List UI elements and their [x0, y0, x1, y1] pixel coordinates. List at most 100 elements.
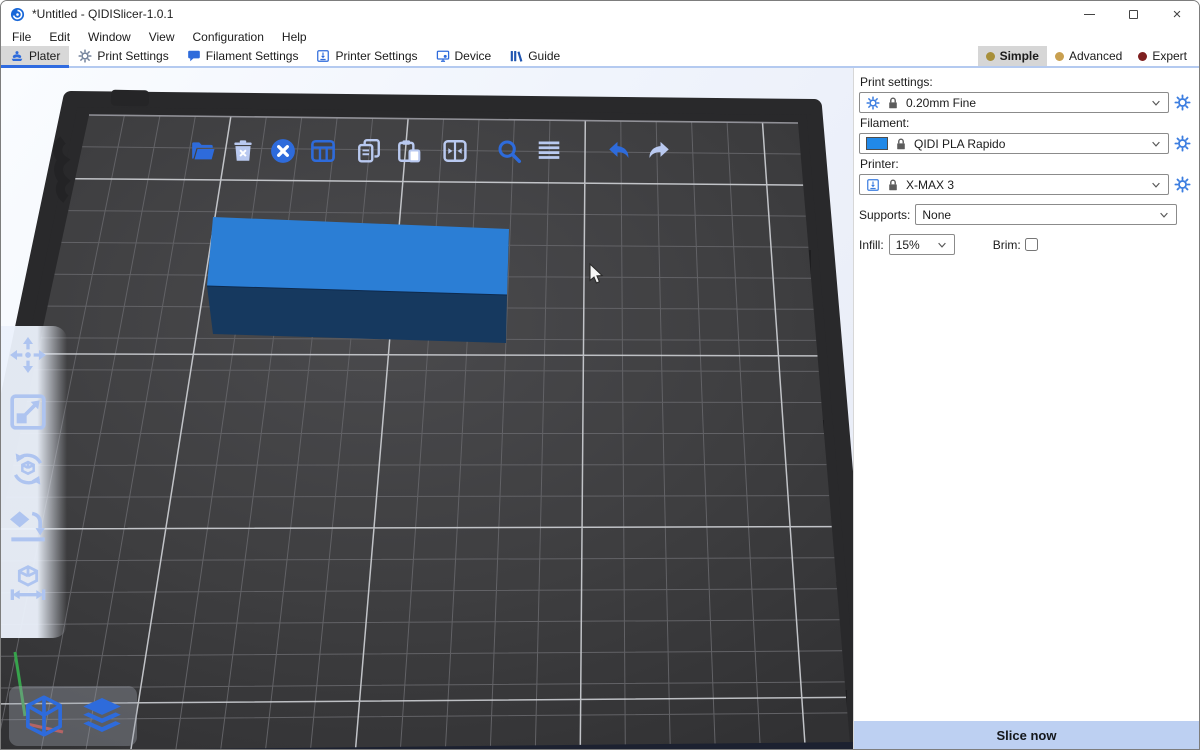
- redo-button[interactable]: [645, 137, 672, 164]
- maximize-icon: [1129, 10, 1138, 19]
- search-button[interactable]: [495, 137, 522, 164]
- printer-combo[interactable]: X-MAX 3: [859, 174, 1169, 195]
- arrange-button[interactable]: [309, 137, 336, 164]
- menu-configuration[interactable]: Configuration: [184, 27, 273, 46]
- transform-toolbar: [7, 334, 49, 604]
- scale-tool[interactable]: [7, 391, 49, 433]
- simple-dot-icon: [986, 52, 995, 61]
- tab-device[interactable]: Device: [427, 46, 501, 66]
- menu-file[interactable]: File: [3, 27, 40, 46]
- infill-label: Infill:: [859, 238, 884, 252]
- view-switcher: [9, 686, 137, 746]
- copy-button[interactable]: [355, 137, 382, 164]
- gear-icon: [78, 49, 92, 63]
- copy-icon: [356, 138, 382, 164]
- arrange-icon: [310, 138, 336, 164]
- tab-filament-settings[interactable]: Filament Settings: [178, 46, 308, 66]
- supports-label: Supports:: [859, 208, 910, 222]
- plater-icon: [10, 49, 24, 63]
- delete-all-icon: [270, 138, 296, 164]
- edit-print-settings-button[interactable]: [1174, 94, 1191, 111]
- menu-bar: File Edit Window View Configuration Help: [1, 27, 1199, 46]
- rotate-tool[interactable]: [7, 448, 49, 490]
- tab-bar: Plater Print Settings Filament Settings …: [1, 46, 1199, 68]
- printer-label: Printer:: [860, 157, 1191, 171]
- printer-icon: [316, 49, 330, 63]
- place-on-face-icon: [8, 506, 48, 546]
- brim-label: Brim:: [993, 238, 1021, 252]
- minimize-button[interactable]: [1067, 1, 1111, 27]
- measure-tool[interactable]: [7, 562, 49, 604]
- scale-icon: [8, 392, 48, 432]
- menu-edit[interactable]: Edit: [40, 27, 79, 46]
- mode-simple[interactable]: Simple: [978, 46, 1047, 66]
- menu-help[interactable]: Help: [273, 27, 316, 46]
- preview-layers-icon: [80, 694, 124, 738]
- edit-filament-button[interactable]: [1174, 135, 1191, 152]
- settings-panel: Print settings: 0.20mm Fine Filament:: [853, 68, 1199, 749]
- undo-button[interactable]: [605, 137, 632, 164]
- lock-icon: [886, 178, 900, 192]
- viewport-3d[interactable]: [1, 68, 853, 749]
- measure-icon: [8, 563, 48, 603]
- open-button[interactable]: [189, 137, 216, 164]
- place-on-face-tool[interactable]: [7, 505, 49, 547]
- close-icon: ×: [1173, 7, 1182, 22]
- chevron-down-icon: [1150, 138, 1162, 150]
- tab-printer-settings[interactable]: Printer Settings: [307, 46, 426, 66]
- slice-now-button[interactable]: Slice now: [854, 721, 1199, 749]
- print-settings-combo[interactable]: 0.20mm Fine: [859, 92, 1169, 113]
- maximize-button[interactable]: [1111, 1, 1155, 27]
- tab-guide[interactable]: Guide: [500, 46, 569, 66]
- layers-list-button[interactable]: [535, 137, 562, 164]
- viewport-toolbar: [189, 137, 685, 164]
- filament-label: Filament:: [860, 116, 1191, 130]
- chevron-down-icon: [1158, 209, 1170, 221]
- menu-view[interactable]: View: [140, 27, 184, 46]
- printer-value: X-MAX 3: [906, 178, 954, 192]
- print-settings-value: 0.20mm Fine: [906, 96, 976, 110]
- delete-icon: [230, 138, 256, 164]
- filament-color-swatch: [866, 137, 888, 150]
- bed-clip: [111, 90, 149, 107]
- filament-value: QIDI PLA Rapido: [914, 137, 1005, 151]
- editor-3d-button[interactable]: [21, 693, 67, 739]
- supports-combo[interactable]: None: [915, 204, 1177, 225]
- split-button[interactable]: [441, 137, 468, 164]
- close-button[interactable]: ×: [1155, 1, 1199, 27]
- edit-printer-button[interactable]: [1174, 176, 1191, 193]
- mode-advanced[interactable]: Advanced: [1047, 46, 1130, 66]
- infill-value: 15%: [896, 238, 920, 252]
- mode-expert[interactable]: Expert: [1130, 46, 1195, 66]
- delete-button[interactable]: [229, 137, 256, 164]
- preview-layers-button[interactable]: [79, 693, 125, 739]
- tab-plater[interactable]: Plater: [1, 46, 69, 66]
- print-settings-label: Print settings:: [860, 75, 1191, 89]
- move-icon: [8, 335, 48, 375]
- bed-scene: [1, 68, 853, 749]
- chevron-down-icon: [936, 239, 948, 251]
- guide-icon: [509, 49, 523, 63]
- chevron-down-icon: [1150, 97, 1162, 109]
- search-icon: [496, 138, 522, 164]
- lock-icon: [886, 96, 900, 110]
- layers-list-icon: [536, 138, 562, 164]
- filament-combo[interactable]: QIDI PLA Rapido: [859, 133, 1169, 154]
- menu-window[interactable]: Window: [79, 27, 140, 46]
- brim-checkbox[interactable]: [1025, 238, 1038, 251]
- open-icon: [190, 138, 216, 164]
- move-tool[interactable]: [7, 334, 49, 376]
- paste-button[interactable]: [395, 137, 422, 164]
- tab-print-settings[interactable]: Print Settings: [69, 46, 177, 66]
- gear-icon: [866, 96, 880, 110]
- split-icon: [442, 138, 468, 164]
- title-bar: *Untitled - QIDISlicer-1.0.1 ×: [1, 1, 1199, 27]
- device-icon: [436, 49, 450, 63]
- model-object[interactable]: [207, 217, 509, 343]
- rotate-icon: [8, 449, 48, 489]
- minimize-icon: [1084, 14, 1095, 15]
- app-window: *Untitled - QIDISlicer-1.0.1 × File Edit…: [0, 0, 1200, 750]
- chevron-down-icon: [1150, 179, 1162, 191]
- delete-all-button[interactable]: [269, 137, 296, 164]
- infill-combo[interactable]: 15%: [889, 234, 955, 255]
